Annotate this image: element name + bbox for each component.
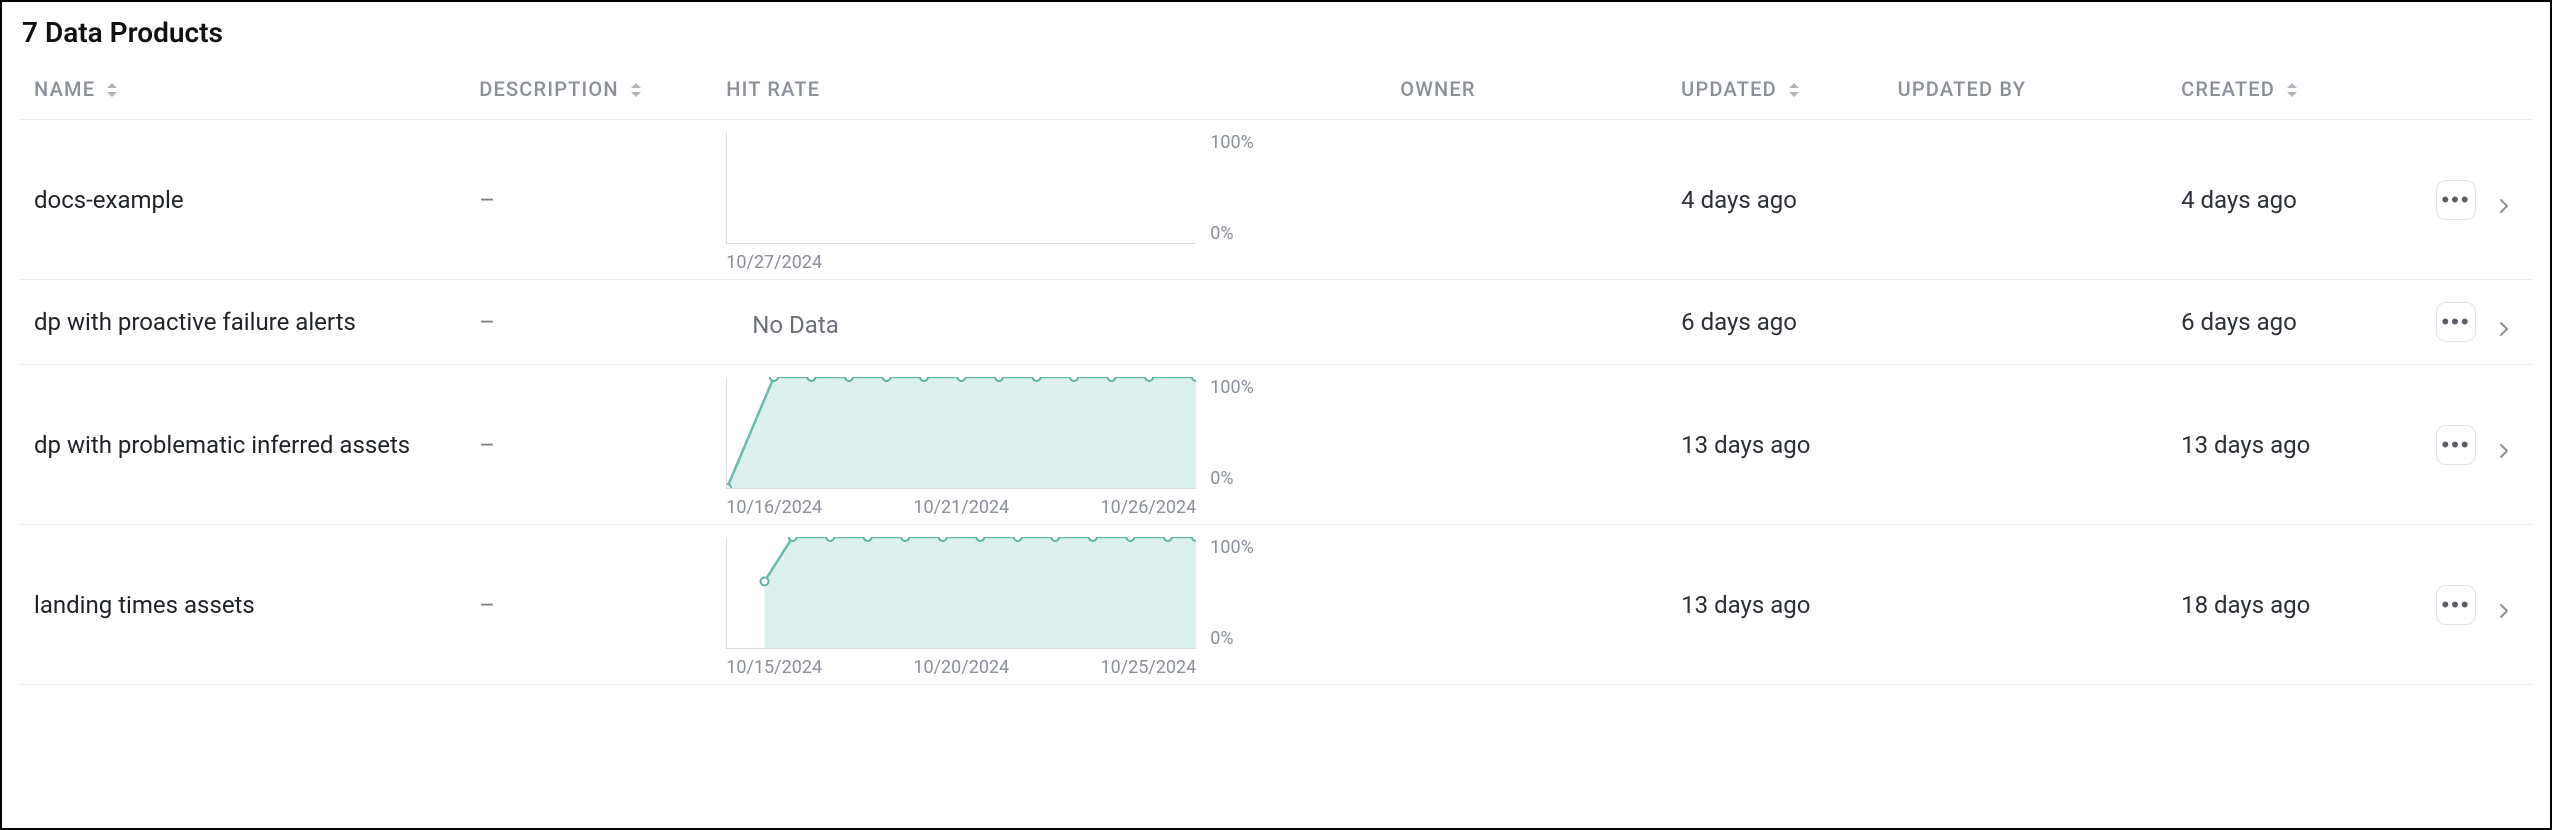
x-label: 10/20/2024: [883, 657, 1040, 678]
hit-rate-sparkline: 100% 0% 10/16/202410/21/202410/26/2024: [726, 377, 1372, 518]
open-row-chevron[interactable]: [2496, 437, 2512, 453]
cell-updated-by: [1884, 525, 2168, 685]
cell-owner: [1386, 120, 1667, 280]
col-header-created[interactable]: Created: [2167, 67, 2412, 120]
col-header-updated-by: Updated By: [1884, 67, 2168, 120]
chevron-right-icon: [2496, 603, 2512, 619]
col-header-hit-rate: Hit Rate: [712, 67, 1386, 120]
cell-hit-rate: No Data: [712, 280, 1386, 365]
cell-created: 18 days ago: [2167, 525, 2412, 685]
col-header-updated[interactable]: Updated: [1667, 67, 1883, 120]
chevron-right-icon: [2496, 443, 2512, 459]
y-label-top: 100%: [1210, 537, 1254, 558]
cell-updated: 6 days ago: [1667, 280, 1883, 365]
chevron-right-icon: [2496, 321, 2512, 337]
cell-owner: [1386, 280, 1667, 365]
cell-updated: 13 days ago: [1667, 525, 1883, 685]
x-label: 10/25/2024: [1040, 657, 1197, 678]
cell-name[interactable]: landing times assets: [20, 525, 465, 685]
open-row-chevron[interactable]: [2496, 192, 2512, 208]
col-header-created-label: Created: [2181, 77, 2275, 101]
cell-updated-by: [1884, 120, 2168, 280]
hit-rate-no-data: No Data: [726, 311, 1372, 339]
cell-hit-rate: 100% 0% 10/16/202410/21/202410/26/2024: [712, 365, 1386, 525]
sparkline-plot-area: [726, 537, 1196, 649]
col-header-owner: Owner: [1386, 67, 1667, 120]
data-products-table: Name Description Hit Rate Owner Updated: [20, 67, 2532, 685]
cell-hit-rate: 100% 0% 10/27/2024: [712, 120, 1386, 280]
cell-owner: [1386, 365, 1667, 525]
cell-actions: •••: [2412, 365, 2532, 525]
cell-name[interactable]: dp with proactive failure alerts: [20, 280, 465, 365]
cell-created: 13 days ago: [2167, 365, 2412, 525]
cell-actions: •••: [2412, 280, 2532, 365]
cell-description: –: [465, 525, 712, 685]
x-label: 10/26/2024: [1040, 497, 1197, 518]
sparkline-plot-area: [726, 377, 1196, 489]
cell-description: –: [465, 365, 712, 525]
y-label-top: 100%: [1210, 132, 1254, 153]
sort-icon: [107, 83, 117, 97]
more-actions-button[interactable]: •••: [2436, 585, 2476, 625]
sort-icon: [2287, 83, 2297, 97]
cell-created: 4 days ago: [2167, 120, 2412, 280]
cell-actions: •••: [2412, 525, 2532, 685]
open-row-chevron[interactable]: [2496, 315, 2512, 331]
col-header-name-label: Name: [34, 77, 95, 101]
x-label: 10/21/2024: [883, 497, 1040, 518]
col-header-name[interactable]: Name: [20, 67, 465, 120]
sparkline-y-labels: 100% 0%: [1196, 132, 1254, 244]
sort-icon: [631, 83, 641, 97]
ellipsis-icon: •••: [2441, 432, 2470, 458]
y-label-bottom: 0%: [1210, 628, 1254, 649]
x-label: 10/15/2024: [726, 657, 883, 678]
col-header-actions: [2412, 67, 2532, 120]
col-header-description[interactable]: Description: [465, 67, 712, 120]
cell-actions: •••: [2412, 120, 2532, 280]
col-header-owner-label: Owner: [1400, 77, 1475, 101]
x-label: 10/27/2024: [726, 252, 822, 273]
ellipsis-icon: •••: [2441, 187, 2470, 213]
col-header-description-label: Description: [479, 77, 619, 101]
table-row[interactable]: dp with proactive failure alerts–No Data…: [20, 280, 2532, 365]
cell-updated: 4 days ago: [1667, 120, 1883, 280]
cell-name[interactable]: docs-example: [20, 120, 465, 280]
y-label-bottom: 0%: [1210, 223, 1254, 244]
cell-created: 6 days ago: [2167, 280, 2412, 365]
sparkline-plot-area: [726, 132, 1196, 244]
cell-description: –: [465, 280, 712, 365]
sort-icon: [1789, 83, 1799, 97]
col-header-hit-rate-label: Hit Rate: [726, 77, 820, 101]
table-row[interactable]: landing times assets–100%0%10/15/202410/…: [20, 525, 2532, 685]
sparkline-y-labels: 100% 0%: [1196, 537, 1254, 649]
sparkline-x-labels: 10/27/2024: [726, 244, 1196, 273]
cell-hit-rate: 100% 0% 10/15/202410/20/202410/25/2024: [712, 525, 1386, 685]
more-actions-button[interactable]: •••: [2436, 425, 2476, 465]
table-row[interactable]: dp with problematic inferred assets– 100%…: [20, 365, 2532, 525]
cell-description: –: [465, 120, 712, 280]
col-header-updated-label: Updated: [1681, 77, 1777, 101]
sparkline-x-labels: 10/16/202410/21/202410/26/2024: [726, 489, 1196, 518]
sparkline-y-labels: 100% 0%: [1196, 377, 1254, 489]
col-header-updated-by-label: Updated By: [1898, 77, 2027, 101]
open-row-chevron[interactable]: [2496, 597, 2512, 613]
cell-updated: 13 days ago: [1667, 365, 1883, 525]
chevron-right-icon: [2496, 198, 2512, 214]
table-row[interactable]: docs-example– 100% 0% 10/27/2024 4 days ago 4…: [20, 120, 2532, 280]
hit-rate-sparkline: 100% 0% 10/15/202410/20/202410/25/2024: [726, 537, 1372, 678]
page-title: 7 Data Products: [22, 16, 2532, 49]
more-actions-button[interactable]: •••: [2436, 180, 2476, 220]
cell-updated-by: [1884, 280, 2168, 365]
cell-owner: [1386, 525, 1667, 685]
y-label-bottom: 0%: [1210, 468, 1254, 489]
x-label: 10/16/2024: [726, 497, 883, 518]
ellipsis-icon: •••: [2441, 309, 2470, 335]
more-actions-button[interactable]: •••: [2436, 302, 2476, 342]
ellipsis-icon: •••: [2441, 592, 2470, 618]
sparkline-x-labels: 10/15/202410/20/202410/25/2024: [726, 649, 1196, 678]
y-label-top: 100%: [1210, 377, 1254, 398]
hit-rate-sparkline: 100% 0% 10/27/2024: [726, 132, 1372, 273]
cell-name[interactable]: dp with problematic inferred assets: [20, 365, 465, 525]
cell-updated-by: [1884, 365, 2168, 525]
